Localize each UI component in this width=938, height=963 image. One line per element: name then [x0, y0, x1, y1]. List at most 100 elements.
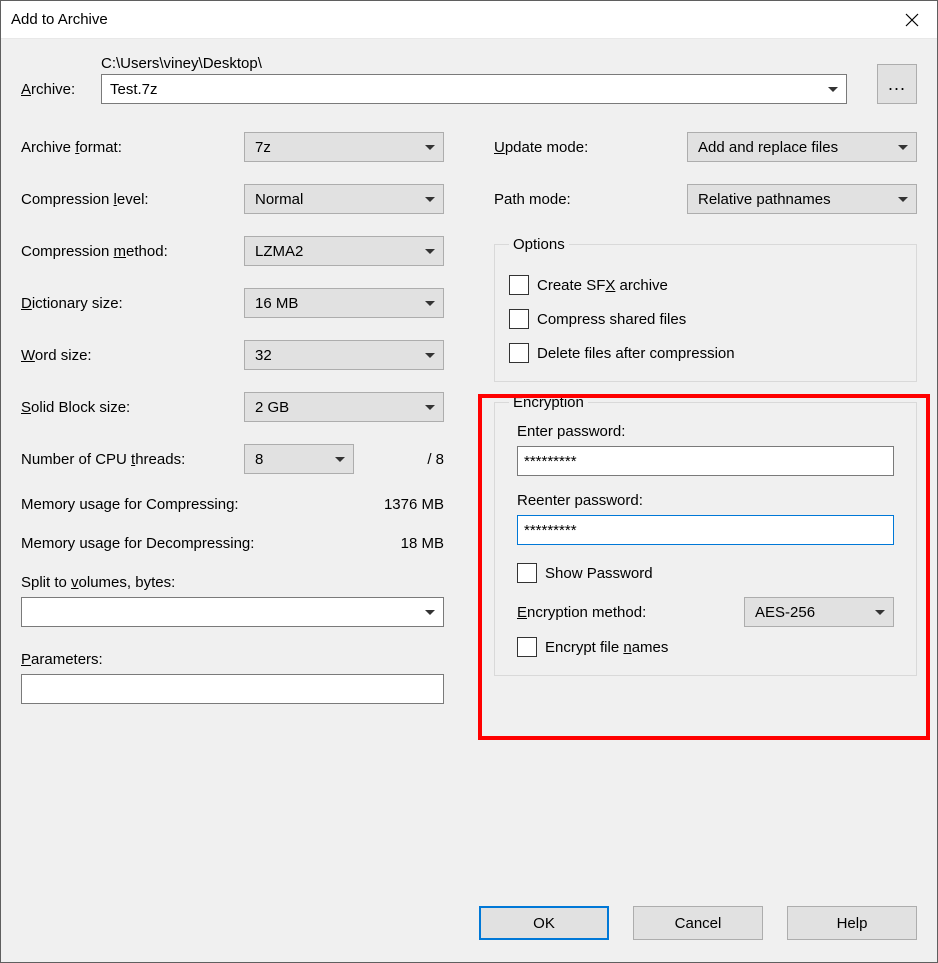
method-label: Compression method: — [21, 243, 244, 260]
dialog-content: Archive: C:\Users\viney\Desktop\ Test.7z… — [1, 39, 937, 892]
ok-label: OK — [533, 915, 555, 932]
dict-value: 16 MB — [255, 295, 298, 312]
format-label: Archive format: — [21, 139, 244, 156]
chevron-down-icon — [425, 145, 435, 150]
encryption-legend: Encryption — [509, 394, 588, 411]
columns: Archive format: 7z Compression level: No… — [21, 132, 917, 704]
pwd2-label: Reenter password: — [517, 492, 894, 509]
shared-label: Compress shared files — [537, 311, 686, 328]
row-enc-names: Encrypt file names — [517, 637, 894, 657]
threads-total: / 8 — [354, 451, 444, 468]
window-title: Add to Archive — [11, 11, 108, 28]
browse-button[interactable]: ... — [877, 64, 917, 104]
row-enc-method: Encryption method: AES-256 — [517, 597, 894, 627]
encrypt-names-checkbox[interactable] — [517, 637, 537, 657]
encryption-group: Encryption Enter password: Reenter passw… — [494, 394, 917, 676]
dict-label: Dictionary size: — [21, 295, 244, 312]
params-label: Parameters: — [21, 651, 444, 668]
password-input[interactable] — [517, 446, 894, 476]
chevron-down-icon — [425, 353, 435, 358]
solid-value: 2 GB — [255, 399, 289, 416]
row-solid: Solid Block size: 2 GB — [21, 392, 444, 422]
archive-row: Archive: C:\Users\viney\Desktop\ Test.7z… — [21, 55, 917, 104]
archive-filename-input[interactable]: Test.7z — [101, 74, 847, 104]
params-input[interactable] — [21, 674, 444, 704]
update-value: Add and replace files — [698, 139, 838, 156]
ok-button[interactable]: OK — [479, 906, 609, 940]
chevron-down-icon — [425, 610, 435, 615]
row-sfx: Create SFX archive — [509, 275, 902, 295]
chevron-down-icon — [898, 197, 908, 202]
level-value: Normal — [255, 191, 303, 208]
close-icon — [905, 13, 919, 27]
options-group: Options Create SFX archive Compress shar… — [494, 236, 917, 382]
cancel-button[interactable]: Cancel — [633, 906, 763, 940]
split-label: Split to volumes, bytes: — [21, 574, 444, 591]
method-select[interactable]: LZMA2 — [244, 236, 444, 266]
path-value: Relative pathnames — [698, 191, 831, 208]
threads-select[interactable]: 8 — [244, 444, 354, 474]
encrypt-names-label: Encrypt file names — [545, 639, 668, 656]
dialog-window: Add to Archive Archive: C:\Users\viney\D… — [0, 0, 938, 963]
level-select[interactable]: Normal — [244, 184, 444, 214]
close-button[interactable] — [887, 1, 937, 38]
sfx-label: Create SFX archive — [537, 277, 668, 294]
chevron-down-icon — [425, 197, 435, 202]
options-legend: Options — [509, 236, 569, 253]
level-label: Compression level: — [21, 191, 244, 208]
threads-value: 8 — [255, 451, 263, 468]
chevron-down-icon — [875, 610, 885, 615]
archive-directory: C:\Users\viney\Desktop\ — [101, 55, 847, 72]
mem-decomp-value: 18 MB — [401, 535, 444, 552]
archive-label: Archive: — [21, 81, 101, 104]
archive-filename-value: Test.7z — [110, 81, 158, 98]
reenter-password-input[interactable] — [517, 515, 894, 545]
help-label: Help — [837, 915, 868, 932]
shared-checkbox[interactable] — [509, 309, 529, 329]
delete-label: Delete files after compression — [537, 345, 735, 362]
update-select[interactable]: Add and replace files — [687, 132, 917, 162]
titlebar: Add to Archive — [1, 1, 937, 39]
update-label: Update mode: — [494, 139, 687, 156]
dict-select[interactable]: 16 MB — [244, 288, 444, 318]
split-select[interactable] — [21, 597, 444, 627]
word-label: Word size: — [21, 347, 244, 364]
row-show-pwd: Show Password — [517, 563, 894, 583]
row-threads: Number of CPU threads: 8 / 8 — [21, 444, 444, 474]
solid-label: Solid Block size: — [21, 399, 244, 416]
enc-method-value: AES-256 — [755, 604, 815, 621]
row-params: Parameters: — [21, 651, 444, 704]
chevron-down-icon — [425, 405, 435, 410]
dialog-footer: OK Cancel Help — [1, 892, 937, 962]
threads-label: Number of CPU threads: — [21, 451, 244, 468]
row-level: Compression level: Normal — [21, 184, 444, 214]
word-select[interactable]: 32 — [244, 340, 444, 370]
delete-checkbox[interactable] — [509, 343, 529, 363]
solid-select[interactable]: 2 GB — [244, 392, 444, 422]
row-shared: Compress shared files — [509, 309, 902, 329]
row-format: Archive format: 7z — [21, 132, 444, 162]
mem-comp-label: Memory usage for Compressing: — [21, 496, 239, 513]
format-select[interactable]: 7z — [244, 132, 444, 162]
browse-label: ... — [888, 74, 906, 95]
enc-method-label: Encryption method: — [517, 604, 646, 621]
path-select[interactable]: Relative pathnames — [687, 184, 917, 214]
mem-comp-value: 1376 MB — [384, 496, 444, 513]
mem-decomp-label: Memory usage for Decompressing: — [21, 535, 254, 552]
sfx-checkbox[interactable] — [509, 275, 529, 295]
chevron-down-icon — [425, 301, 435, 306]
method-value: LZMA2 — [255, 243, 303, 260]
help-button[interactable]: Help — [787, 906, 917, 940]
row-update: Update mode: Add and replace files — [494, 132, 917, 162]
show-password-checkbox[interactable] — [517, 563, 537, 583]
row-path: Path mode: Relative pathnames — [494, 184, 917, 214]
row-method: Compression method: LZMA2 — [21, 236, 444, 266]
pwd1-label: Enter password: — [517, 423, 894, 440]
row-delete: Delete files after compression — [509, 343, 902, 363]
chevron-down-icon — [335, 457, 345, 462]
row-mem-compress: Memory usage for Compressing: 1376 MB — [21, 496, 444, 513]
archive-field: C:\Users\viney\Desktop\ Test.7z — [101, 55, 847, 104]
enc-method-select[interactable]: AES-256 — [744, 597, 894, 627]
path-label: Path mode: — [494, 191, 687, 208]
row-word: Word size: 32 — [21, 340, 444, 370]
